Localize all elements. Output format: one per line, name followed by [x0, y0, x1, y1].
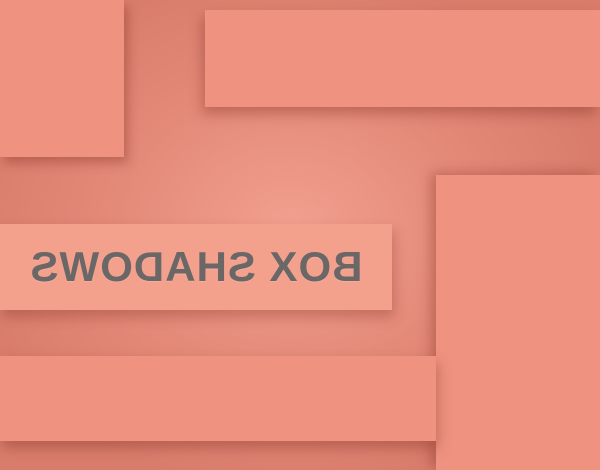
shadow-scene: BOX SHADOWS [0, 0, 600, 470]
panel-top-left [0, 0, 124, 157]
panel-right [436, 175, 600, 470]
panel-bottom [0, 356, 436, 441]
panel-top-right [205, 10, 600, 107]
page-title: BOX SHADOWS [29, 243, 363, 290]
